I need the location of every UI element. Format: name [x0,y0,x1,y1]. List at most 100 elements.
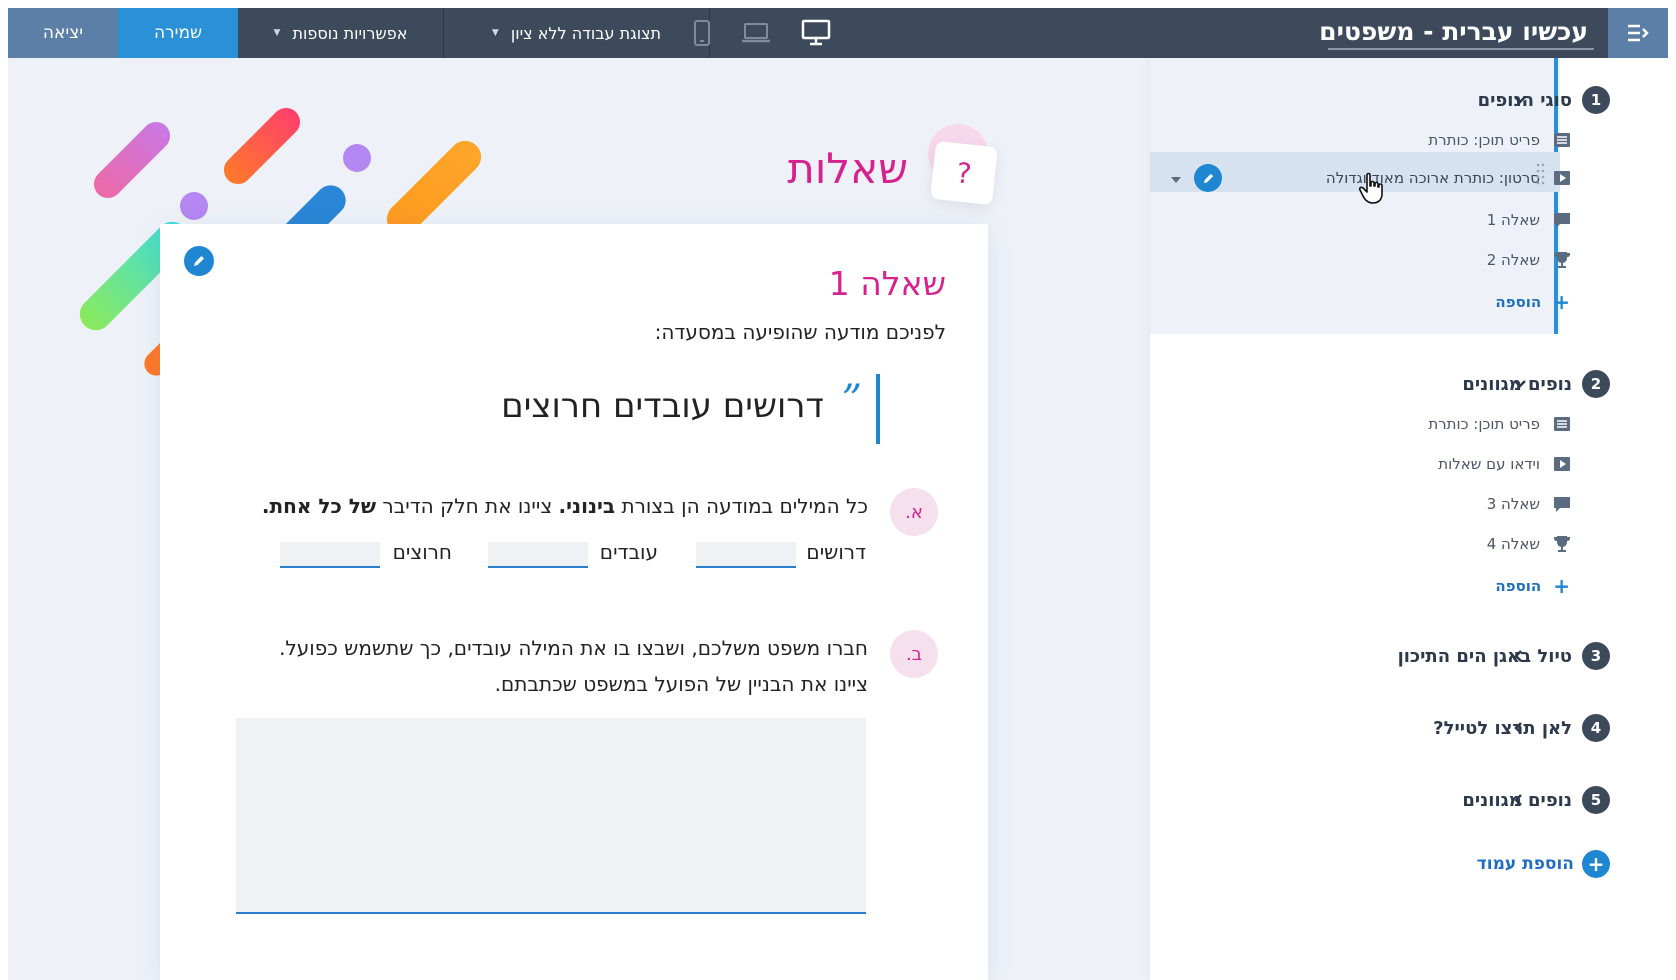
section-4-header[interactable]: 4 לאן תרצו לטייל? [1433,714,1610,742]
quote-bar [876,374,880,444]
video-icon [1552,168,1572,188]
decorative-stripe [218,102,306,190]
section-number: 3 [1582,642,1610,670]
mobile-icon [694,20,710,46]
laptop-preview-button[interactable] [736,8,776,58]
sidebar-item-label: שאלה 4 [1486,535,1540,553]
more-options-label: אפשרויות נוספות [292,23,408,43]
chevron-down-icon: ▼ [273,28,281,38]
sidebar-item-video[interactable]: וידאו עם שאלות [1438,454,1572,474]
part-b-line-2: ציינו את הבניין של הפועל במשפט שכתבתם. [494,672,868,696]
sidebar-item-label: שאלה 1 [1486,211,1540,229]
trophy-icon [1552,250,1572,270]
chevron-down-icon: ▼ [491,28,499,38]
video-icon [1552,454,1572,474]
desktop-icon [801,19,831,46]
section-number: 2 [1582,370,1610,398]
view-mode-label: תצוגת עבודה ללא ציון [510,23,662,43]
decorative-dot [180,192,208,220]
comment-icon [1552,210,1572,230]
part-a-letter: א. [890,488,938,536]
edit-item-button[interactable] [1194,164,1222,192]
add-page-button[interactable]: + הוספת עמוד [1477,850,1610,878]
section-5-header[interactable]: 5 נופים מגוונים [1462,786,1610,814]
sidebar-item-label: פריט תוכן: כותרת [1428,131,1540,149]
section-title: סוגי הנופים [1477,89,1572,111]
section-number: 5 [1582,786,1610,814]
question-badge-icon: ? [930,140,998,206]
add-item-label: הוספה [1495,577,1542,595]
sidebar-item-content[interactable]: פריט תוכן: כותרת [1428,414,1572,434]
hand-cursor-icon [1358,172,1388,206]
drag-handle-icon[interactable] [1536,162,1546,188]
blank-label: חרוצים [392,540,452,564]
add-item-button[interactable]: + הוספה [1495,574,1570,598]
plus-icon: + [1553,290,1570,314]
quote-text: דרושים עובדים חרוצים [501,386,824,426]
sidebar-item-label: פריט תוכן: כותרת [1428,415,1540,433]
content-item-icon [1552,130,1572,150]
part-a-bold-2: של כל אחת. [261,494,377,518]
more-options-dropdown[interactable]: ▼ אפשרויות נוספות [238,8,444,58]
sidebar-item-label: שאלה 3 [1486,495,1540,513]
answer-blank-input[interactable] [696,542,796,568]
section-2-header[interactable]: 2 נופים מגוונים [1462,370,1610,398]
panel-toggle-button[interactable] [1608,8,1668,58]
sidebar-item-label: וידאו עם שאלות [1438,455,1540,473]
top-toolbar: יציאה שמירה ▼ אפשרויות נוספות ▼ תצוגת עב… [8,8,1668,58]
sidebar-item-label: שאלה 2 [1486,251,1540,269]
save-button[interactable]: שמירה [118,8,238,58]
question-intro: לפניכם מודעה שהופיעה במסעדה: [654,320,946,344]
answer-blank-input[interactable] [280,542,380,568]
item-menu-caret-icon[interactable] [1168,172,1184,188]
section-1-header[interactable]: 1 סוגי הנופים [1478,86,1610,114]
part-a-text: כל המילים במודעה הן בצורת בינוני. ציינו … [262,494,868,518]
blank-label: עובדים [599,540,658,564]
section-number: 4 [1582,714,1610,742]
section-title: לאן תרצו לטייל? [1433,717,1572,739]
sidebar-item-question[interactable]: שאלה 3 [1487,494,1572,514]
sidebar-item-video-selected[interactable]: סרטון: כותרת ארוכה מאוד וגדולה [1312,168,1572,188]
part-a-text-1: כל המילים במודעה הן בצורת [615,494,868,518]
app-title[interactable]: עכשיו עברית - משפטים [1319,16,1594,50]
edit-question-button[interactable] [184,246,214,276]
sidebar-item-question[interactable]: שאלה 2 [1487,250,1572,270]
decorative-stripe [88,116,176,204]
pencil-icon [194,256,204,266]
sidebar-item-question[interactable]: שאלה 4 [1487,534,1572,554]
decorative-dot [343,144,371,172]
plus-icon: + [1553,574,1570,598]
section-3-header[interactable]: 3 טיול באגן הים התיכון [1398,642,1610,670]
section-title: טיול באגן הים התיכון [1397,645,1572,667]
section-number: 1 [1582,86,1610,114]
view-mode-dropdown[interactable]: ▼ תצוגת עבודה ללא ציון [444,8,710,58]
app-window: יציאה שמירה ▼ אפשרויות נוספות ▼ תצוגת עב… [8,8,1668,980]
section-title: נופים מגוונים [1462,789,1572,811]
blank-label: דרושים [806,540,866,564]
answer-blank-input[interactable] [488,542,588,568]
sidebar-item-question[interactable]: שאלה 1 [1487,210,1572,230]
question-title: שאלה 1 [828,264,946,303]
content-item-icon [1552,414,1572,434]
comment-icon [1552,494,1572,514]
sidebar-item-content[interactable]: פריט תוכן: כותרת [1428,130,1572,150]
add-item-button[interactable]: + הוספה [1495,290,1570,314]
question-card: שאלה 1 לפניכם מודעה שהופיעה במסעדה: ” דר… [160,224,988,980]
pencil-icon [1203,173,1213,183]
section-title: נופים מגוונים [1462,373,1572,395]
add-item-label: הוספה [1495,293,1542,311]
menu-collapse-icon [1628,24,1649,42]
answer-textarea[interactable] [236,718,866,914]
structure-sidebar: 1 סוגי הנופים פריט תוכן: כותרת סרטון: כו… [1150,58,1668,980]
part-b-letter: ב. [890,630,938,678]
page-heading: ? שאלות [768,116,1008,226]
exit-button[interactable]: יציאה [8,8,118,58]
trophy-icon [1552,534,1572,554]
quote-mark-icon: ” [841,377,862,423]
desktop-preview-button[interactable] [796,8,836,58]
add-page-label: הוספת עמוד [1476,854,1574,874]
plus-icon: + [1582,850,1610,878]
part-a-bold-1: בינוני. [558,494,616,518]
page-title: שאלות [787,144,908,193]
mobile-preview-button[interactable] [684,8,720,58]
